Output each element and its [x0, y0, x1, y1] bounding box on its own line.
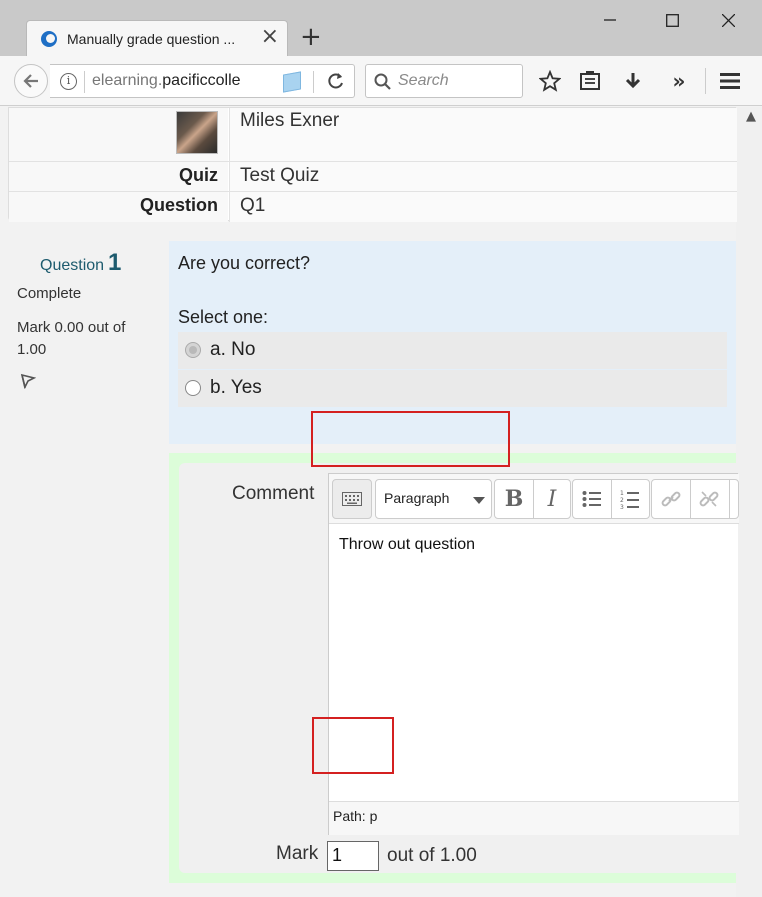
question-label: Question: [9, 192, 228, 222]
url-domain: elearning.: [92, 72, 163, 89]
question-number: Question 1: [40, 249, 121, 277]
annotation-box-comment: [311, 411, 510, 467]
reload-icon[interactable]: [326, 71, 346, 95]
student-avatar[interactable]: [176, 111, 218, 154]
question-grade: Mark 0.00 out of 1.00: [17, 319, 126, 358]
bookmark-star-icon[interactable]: [537, 68, 563, 94]
numbered-list-icon[interactable]: 123: [611, 480, 649, 518]
back-button[interactable]: [14, 64, 48, 98]
keyboard-icon: [333, 480, 371, 518]
site-favicon-icon: [41, 31, 57, 47]
link-group: [651, 479, 739, 519]
question-name: Q1: [229, 192, 737, 222]
attempt-info-table: Miles Exner Quiz Test Quiz Question Q1: [8, 107, 737, 222]
svg-text:3: 3: [620, 504, 624, 509]
comment-editor[interactable]: Paragraph B I 123 Throw out question Pat…: [328, 473, 739, 835]
download-icon[interactable]: [620, 68, 646, 94]
question-number-value: 1: [108, 249, 122, 276]
quiz-name[interactable]: Test Quiz: [229, 162, 737, 191]
bold-icon[interactable]: B: [495, 480, 533, 518]
back-arrow-icon: [23, 74, 38, 88]
comment-label: Comment: [232, 483, 315, 504]
extension-cube-icon[interactable]: [283, 71, 301, 93]
comment-text[interactable]: Throw out question: [339, 536, 475, 554]
chevron-down-icon: [473, 497, 485, 504]
minimize-icon[interactable]: [590, 8, 630, 32]
info-row-quiz: Quiz Test Quiz: [9, 161, 737, 191]
browser-tab[interactable]: Manually grade question ... ×: [26, 20, 288, 57]
url-bar[interactable]: i elearning.pacificcolle: [50, 64, 355, 98]
italic-icon[interactable]: I: [533, 480, 571, 518]
answer-label-a: a. No: [210, 339, 256, 360]
search-bar[interactable]: Search: [365, 64, 523, 98]
annotation-box-mark: [312, 717, 394, 774]
scroll-up-icon[interactable]: ▲: [746, 109, 756, 124]
site-info-icon[interactable]: i: [60, 73, 77, 90]
flag-question-icon[interactable]: [20, 373, 37, 393]
link-icon[interactable]: [652, 480, 690, 518]
answer-option-a[interactable]: a. No: [178, 332, 727, 369]
student-name[interactable]: Miles Exner: [229, 108, 737, 161]
editor-path: Path: p: [329, 801, 739, 835]
svg-text:1: 1: [620, 490, 624, 497]
url-text[interactable]: elearning.pacificcolle: [92, 72, 262, 90]
svg-text:2: 2: [620, 497, 624, 504]
window-titlebar: Manually grade question ... × +: [0, 0, 762, 57]
toolbar-toggle-button[interactable]: [332, 479, 372, 519]
overflow-chevron-icon[interactable]: »: [666, 68, 692, 94]
url-path: pacificcolle: [162, 72, 241, 89]
navigation-toolbar: i elearning.pacificcolle Search »: [0, 56, 762, 106]
question-state: Complete: [17, 285, 82, 302]
quiz-label: Quiz: [9, 162, 228, 191]
unlink-icon[interactable]: [690, 480, 728, 518]
info-row-question: Question Q1: [9, 191, 737, 222]
question-text: Are you correct?: [178, 253, 311, 273]
info-row-student: Miles Exner: [9, 108, 737, 161]
paragraph-format-select[interactable]: Paragraph: [375, 479, 492, 519]
mark-label: Mark: [276, 843, 319, 864]
list-group: 123: [572, 479, 650, 519]
tab-title: Manually grade question ...: [67, 31, 236, 47]
url-divider-2: [313, 71, 314, 93]
mark-input[interactable]: 1: [327, 841, 379, 871]
mark-out-of: out of 1.00: [387, 845, 477, 866]
vertical-scrollbar[interactable]: ▲: [736, 107, 762, 897]
radio-a[interactable]: [185, 342, 201, 358]
paragraph-format-value: Paragraph: [384, 490, 450, 506]
editor-toolbar: Paragraph B I 123: [329, 474, 739, 524]
hamburger-menu-icon[interactable]: [717, 68, 743, 94]
reading-list-icon[interactable]: [577, 68, 603, 94]
answer-option-b[interactable]: b. Yes: [178, 370, 727, 407]
manual-grading-panel: Comment Paragraph B I 1 2 3 Throw out qu…: [169, 453, 739, 883]
answer-prompt: Select one:: [178, 307, 269, 327]
question-number-label: Question: [40, 257, 105, 274]
format-group: B I: [494, 479, 571, 519]
bullet-list-icon[interactable]: [573, 480, 611, 518]
toolbar-divider: [705, 68, 706, 94]
url-divider: [84, 71, 85, 93]
page-content: ▲ Miles Exner Quiz Test Quiz Question Q1…: [0, 107, 762, 897]
close-tab-icon[interactable]: ×: [261, 26, 279, 48]
maximize-icon[interactable]: [652, 8, 692, 32]
search-icon: [374, 73, 391, 94]
radio-b[interactable]: [185, 380, 201, 396]
close-window-icon[interactable]: [708, 8, 748, 32]
search-placeholder: Search: [398, 72, 449, 89]
grading-form: Comment Paragraph B I 1 2 3 Throw out qu…: [179, 463, 739, 873]
answer-label-b: b. Yes: [210, 377, 262, 398]
toolbar-divider: [729, 480, 730, 518]
new-tab-icon[interactable]: +: [300, 24, 322, 50]
info-label-avatar-cell: [9, 108, 228, 161]
